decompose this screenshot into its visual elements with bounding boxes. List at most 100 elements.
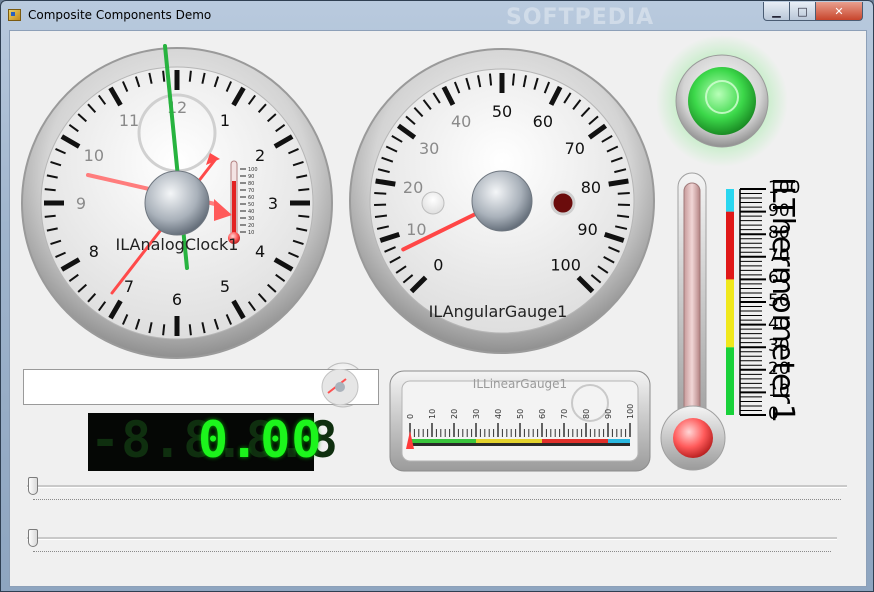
thermometer-band	[726, 211, 734, 280]
seven-segment-value: 0.00	[198, 411, 323, 469]
linear-gauge-band-green	[410, 439, 476, 443]
gauge-scale-label: 70	[565, 139, 585, 158]
thermometer-scale-label: 50	[768, 291, 790, 311]
analog-clock[interactable]: 121234567891011 102030405060708090100 IL…	[21, 44, 333, 359]
thermometer-scale-label: 70	[768, 245, 790, 266]
clock-tick	[162, 324, 166, 336]
clock-tick	[298, 214, 310, 218]
clock-number: 6	[172, 290, 182, 309]
linear-gauge-face	[401, 380, 639, 462]
minimize-icon: ▁	[772, 4, 781, 18]
mini-thermometer-label: 50	[248, 202, 254, 208]
linear-gauge-band-red	[542, 439, 608, 443]
mini-thermometer-label: 100	[248, 167, 258, 173]
thermometer-scale-label: 60	[768, 268, 790, 289]
gauge-tick	[488, 73, 493, 86]
linear-gauge-scale-label: 50	[516, 409, 525, 419]
clock-number: 5	[220, 277, 230, 296]
linear-gauge-band-cyan	[608, 439, 630, 443]
gauge-light-right	[550, 190, 576, 216]
thermometer-tube	[683, 182, 701, 436]
thermometer-scale-label: 10	[768, 381, 790, 402]
mini-thermometer-label: 20	[248, 223, 254, 229]
gauge-scale-label: 20	[403, 178, 423, 197]
close-button[interactable]: ✕	[815, 2, 863, 21]
linear-gauge[interactable]: 0 10 20 30 40 50 60 70 80 90 100 ILLinearGauge1	[389, 370, 651, 472]
gauge-light-left	[421, 191, 445, 215]
thermometer-ticks	[739, 188, 766, 416]
mini-thermometer-label: 70	[248, 188, 254, 194]
mini-thermometer-label: 40	[248, 209, 254, 215]
angular-gauge[interactable]: 0 10 20 30 40 50 60 70 80 90 100 ILAngularGauge1	[349, 48, 655, 354]
thermometer-scale-label: 100	[768, 178, 801, 198]
linear-gauge-scale-label: 100	[626, 404, 635, 419]
led-lamp	[688, 67, 756, 135]
mini-thermometer-label: 30	[248, 216, 254, 222]
thermometer-scale-label: 0	[768, 404, 779, 424]
gauge-scale-label: 50	[492, 102, 512, 121]
linear-gauge-scale-label: 30	[472, 409, 481, 419]
linear-gauge-scale-label: 20	[450, 409, 459, 419]
clock-number: 2	[255, 146, 265, 165]
slider-2-thumb[interactable]	[28, 529, 38, 547]
gauge-tick	[617, 191, 630, 195]
linear-gauge-scale-label: 80	[582, 409, 591, 419]
clock-number: 1	[220, 111, 230, 130]
thermometer-color-bands	[726, 189, 734, 415]
gauge-hub	[471, 170, 533, 232]
linear-gauge-scale-label: 70	[560, 409, 569, 419]
thermometer-band	[726, 347, 734, 415]
gauge-label: ILAngularGauge1	[429, 302, 568, 321]
mini-thermometer-label: 80	[248, 181, 254, 187]
gauge-tick	[608, 178, 629, 187]
clock-tick	[44, 214, 56, 218]
mini-thermometer-label: 60	[248, 195, 254, 201]
minimize-button[interactable]: ▁	[763, 2, 790, 21]
seven-segment-display: -8.8.8.8 0.00	[88, 411, 338, 471]
thermometer-scale-label: 40	[768, 313, 790, 334]
clock-tick	[188, 70, 192, 82]
title-bar[interactable]: Composite Components Demo SOFTPEDIA ▁ □ …	[1, 1, 873, 30]
clock-tick	[44, 188, 56, 192]
gauge-tick	[374, 191, 387, 195]
gauge-scale-label: 0	[433, 256, 443, 275]
linear-gauge-band-yellow	[476, 439, 542, 443]
clock-tick	[298, 188, 310, 192]
components-canvas: 121234567891011 102030405060708090100 IL…	[21, 35, 788, 472]
thermometer-scale-label: 20	[768, 358, 790, 379]
thermometer-scale-label: 80	[768, 223, 790, 244]
client-area: 12 1 2 3 4 5 6 7 8 9 10 11 10 20 30 40 50 60 70 80 90 100 IL…	[9, 30, 867, 587]
thermometer-bulb	[673, 418, 713, 458]
gauge-scale-label: 10	[406, 220, 426, 239]
mini-thermometer-label: 90	[248, 174, 254, 180]
linear-gauge-scale-label: 90	[604, 409, 613, 419]
maximize-icon: □	[797, 4, 808, 18]
maximize-button[interactable]: □	[789, 2, 816, 21]
slider-2-track[interactable]	[27, 537, 837, 540]
clock-number: 8	[89, 242, 99, 261]
thermometer-band	[726, 189, 734, 212]
slider-1-track[interactable]	[27, 485, 847, 488]
clock-number: 7	[124, 277, 134, 296]
slider-1-thumb[interactable]	[28, 477, 38, 495]
linear-gauge-scale-label: 10	[428, 409, 437, 419]
linear-gauge-scale-label: 60	[538, 409, 547, 419]
thermometer-band	[726, 279, 734, 348]
slider-1-ticks	[33, 499, 841, 500]
gauge-scale-label: 40	[451, 112, 471, 131]
clock-tick	[162, 70, 166, 82]
linear-gauge-label: ILLinearGauge1	[473, 377, 567, 391]
thermometer[interactable]	[660, 172, 766, 471]
slider-2-ticks	[33, 551, 831, 552]
app-icon[interactable]	[8, 9, 21, 21]
thermometer-scale-label: 90	[768, 200, 790, 221]
gauge-scale-label: 80	[581, 178, 601, 197]
clock-number: 11	[119, 111, 139, 130]
clock-hub	[144, 170, 210, 236]
watermark: SOFTPEDIA	[506, 5, 655, 30]
gauge-tick	[375, 178, 396, 187]
clock-tick	[188, 324, 192, 336]
led-indicator[interactable]	[656, 35, 788, 167]
linear-gauge-scale-label: 0	[406, 414, 415, 419]
linear-gauge-scale-label: 40	[494, 409, 503, 419]
